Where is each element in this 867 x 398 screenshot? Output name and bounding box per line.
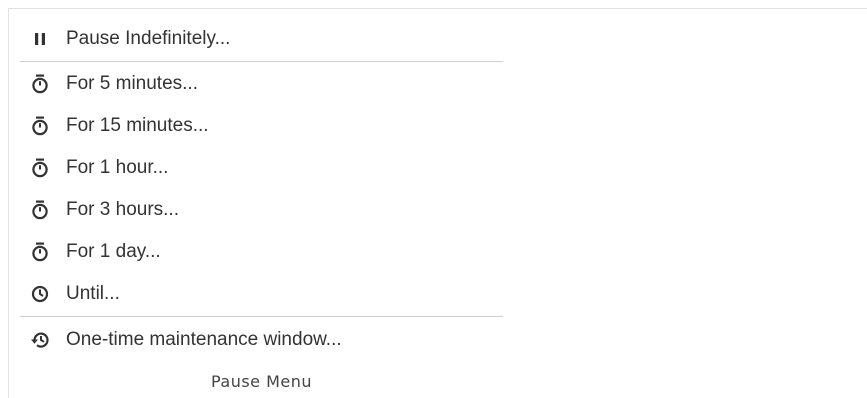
figure-caption: Pause Menu — [210, 372, 313, 391]
menu-item-label: For 15 minutes... — [66, 115, 209, 136]
stopwatch-icon — [30, 241, 50, 263]
menu-item-1-hour[interactable]: For 1 hour... — [20, 147, 503, 189]
menu-item-pause-indefinitely[interactable]: Pause Indefinitely... — [20, 18, 503, 60]
menu-item-label: For 1 hour... — [66, 157, 169, 178]
stopwatch-icon — [30, 199, 50, 221]
stopwatch-icon — [30, 115, 50, 137]
clock-icon — [30, 283, 50, 305]
menu-item-until[interactable]: Until... — [20, 273, 503, 315]
history-icon — [30, 329, 50, 351]
stopwatch-icon — [30, 73, 50, 95]
menu-item-label: One-time maintenance window... — [66, 328, 342, 350]
menu-item-label: Until... — [66, 283, 120, 304]
stopwatch-icon — [30, 157, 50, 179]
menu-item-1-day[interactable]: For 1 day... — [20, 231, 503, 273]
menu-item-5-minutes[interactable]: For 5 minutes... — [20, 63, 503, 105]
menu-item-3-hours[interactable]: For 3 hours... — [20, 189, 503, 231]
pause-icon — [30, 28, 50, 50]
menu-item-label: Pause Indefinitely... — [66, 28, 231, 49]
menu-item-label: For 3 hours... — [66, 199, 179, 220]
menu-divider — [20, 61, 503, 62]
menu-item-label: For 1 day... — [66, 241, 161, 262]
menu-item-label: For 5 minutes... — [66, 73, 198, 94]
menu-item-maintenance-window[interactable]: One-time maintenance window... — [20, 318, 503, 361]
menu-divider — [20, 316, 503, 317]
menu-item-15-minutes[interactable]: For 15 minutes... — [20, 105, 503, 147]
pause-menu: Pause Indefinitely... For 5 minutes... F… — [20, 18, 503, 361]
